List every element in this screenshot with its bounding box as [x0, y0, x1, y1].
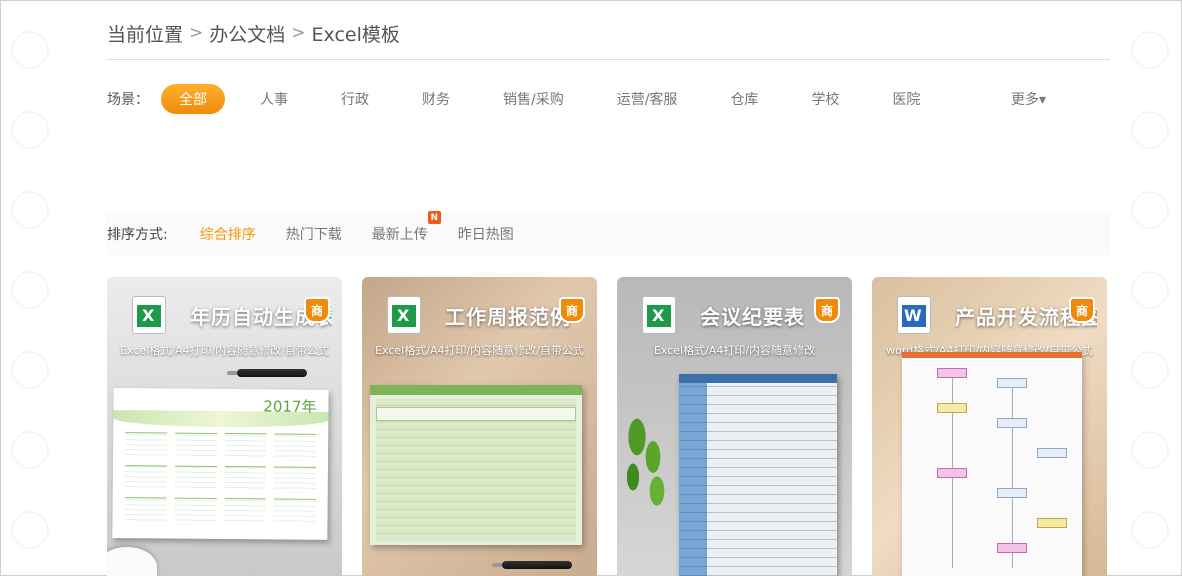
card-title: 工作周报范例: [445, 304, 571, 329]
pen-decoration: [492, 561, 572, 569]
sort-comprehensive[interactable]: 综合排序: [200, 224, 256, 244]
flow-node: [997, 543, 1027, 553]
flow-node: [937, 368, 967, 378]
calendar-year: 2017年: [263, 397, 317, 416]
card-header: 年历自动生成表: [132, 295, 332, 335]
weekly-report-preview: [370, 385, 582, 545]
excel-icon: [642, 296, 676, 334]
template-card-calendar[interactable]: 年历自动生成表 商 Excel格式/A4打印/内容随意修改/自带公式 2017年: [107, 277, 342, 576]
word-icon: [897, 296, 931, 334]
calendar-month: [124, 464, 167, 492]
template-card-product-flow[interactable]: 产品开发流程图 商 word格式/A4打印/内容随意修改/自带公式: [872, 277, 1107, 576]
calendar-month: [174, 432, 217, 460]
excel-icon: [132, 296, 166, 334]
flowchart-preview: [902, 352, 1082, 576]
calendar-month: [174, 465, 217, 493]
calendar-month: [274, 433, 317, 461]
scene-warehouse[interactable]: 仓库: [712, 84, 776, 114]
scene-all[interactable]: 全部: [161, 84, 225, 114]
card-header: 会议纪要表: [642, 295, 842, 335]
pen-decoration: [227, 369, 307, 377]
sort-bar: 排序方式: 综合排序 热门下载 最新上传 N 昨日热图: [107, 211, 1110, 255]
calendar-month: [223, 498, 266, 526]
commercial-badge: 商: [814, 297, 840, 323]
calendar-month: [224, 465, 267, 493]
sort-yesterday-hot[interactable]: 昨日热图: [458, 224, 514, 244]
report-header: [376, 407, 576, 421]
scene-admin[interactable]: 行政: [323, 84, 387, 114]
card-subtitle: Excel格式/A4打印/内容随意修改/自带公式: [375, 344, 584, 357]
watermark-right: [1121, 1, 1181, 575]
breadcrumb-office-docs[interactable]: 办公文档: [209, 20, 285, 47]
scene-school[interactable]: 学校: [793, 84, 857, 114]
flow-node: [937, 468, 967, 478]
card-header: 产品开发流程图: [897, 295, 1097, 335]
calendar-month: [174, 497, 217, 525]
flow-node: [1037, 448, 1067, 458]
calendar-grid: [124, 432, 317, 526]
breadcrumb-separator: >: [291, 23, 306, 43]
template-cards: 年历自动生成表 商 Excel格式/A4打印/内容随意修改/自带公式 2017年: [107, 277, 1127, 576]
card-subtitle: Excel格式/A4打印/内容随意修改/自带公式: [120, 344, 329, 357]
template-card-meeting-minutes[interactable]: 会议纪要表 商 Excel格式/A4打印/内容随意修改: [617, 277, 852, 576]
breadcrumb-separator: >: [189, 23, 204, 43]
meeting-minutes-preview: [679, 374, 837, 576]
sort-latest-upload[interactable]: 最新上传 N: [371, 211, 441, 244]
card-subtitle: Excel格式/A4打印/内容随意修改: [653, 344, 816, 357]
scene-label: 场景：: [107, 92, 149, 108]
new-badge: N: [427, 211, 441, 224]
template-card-weekly-report[interactable]: 工作周报范例 商 Excel格式/A4打印/内容随意修改/自带公式: [362, 277, 597, 576]
commercial-badge: 商: [304, 297, 330, 323]
scene-hr[interactable]: 人事: [242, 84, 306, 114]
scene-hospital[interactable]: 医院: [874, 84, 938, 114]
breadcrumb: 当前位置 > 办公文档 > Excel模板: [107, 1, 1110, 60]
minutes-lines: [707, 383, 837, 576]
breadcrumb-current-location: 当前位置: [107, 23, 184, 46]
sort-popular-downloads[interactable]: 热门下载: [286, 224, 342, 244]
flow-node: [937, 403, 967, 413]
commercial-badge: 商: [559, 297, 585, 323]
sort-label: 排序方式:: [107, 227, 168, 243]
flow-node: [997, 378, 1027, 388]
flow-node: [1037, 518, 1067, 528]
scene-operations-service[interactable]: 运营/客服: [599, 84, 696, 114]
card-title: 会议纪要表: [700, 304, 805, 329]
card-header: 工作周报范例: [387, 295, 587, 335]
main-content: 当前位置 > 办公文档 > Excel模板 场景： 全部 人事 行政 财务 销售…: [107, 1, 1110, 576]
flow-node: [997, 418, 1027, 428]
calendar-month: [125, 432, 168, 460]
plant-decoration: [617, 407, 677, 507]
scene-filter: 场景： 全部 人事 行政 财务 销售/采购 运营/客服 仓库 学校 医院 更多▾: [107, 60, 1110, 138]
scene-more-dropdown[interactable]: 更多▾: [1011, 89, 1046, 109]
scene-items: 全部 人事 行政 财务 销售/采购 运营/客服 仓库 学校 医院: [161, 84, 1011, 114]
flow-node: [997, 488, 1027, 498]
watermark-left: [1, 1, 61, 575]
breadcrumb-excel-templates[interactable]: Excel模板: [312, 20, 400, 47]
flow-connector: [1012, 378, 1013, 568]
calendar-preview: 2017年: [112, 388, 329, 540]
calendar-month: [224, 433, 267, 461]
minutes-label-column: [679, 383, 707, 576]
calendar-month: [274, 466, 316, 494]
sort-latest-upload-label: 最新上传: [371, 227, 428, 243]
calendar-month: [124, 497, 167, 525]
calendar-month: [273, 498, 316, 526]
commercial-badge: 商: [1069, 297, 1095, 323]
scene-finance[interactable]: 财务: [404, 84, 468, 114]
excel-icon: [387, 296, 421, 334]
scene-sales-purchasing[interactable]: 销售/采购: [485, 84, 582, 114]
coffee-cup-decoration: [107, 547, 157, 576]
